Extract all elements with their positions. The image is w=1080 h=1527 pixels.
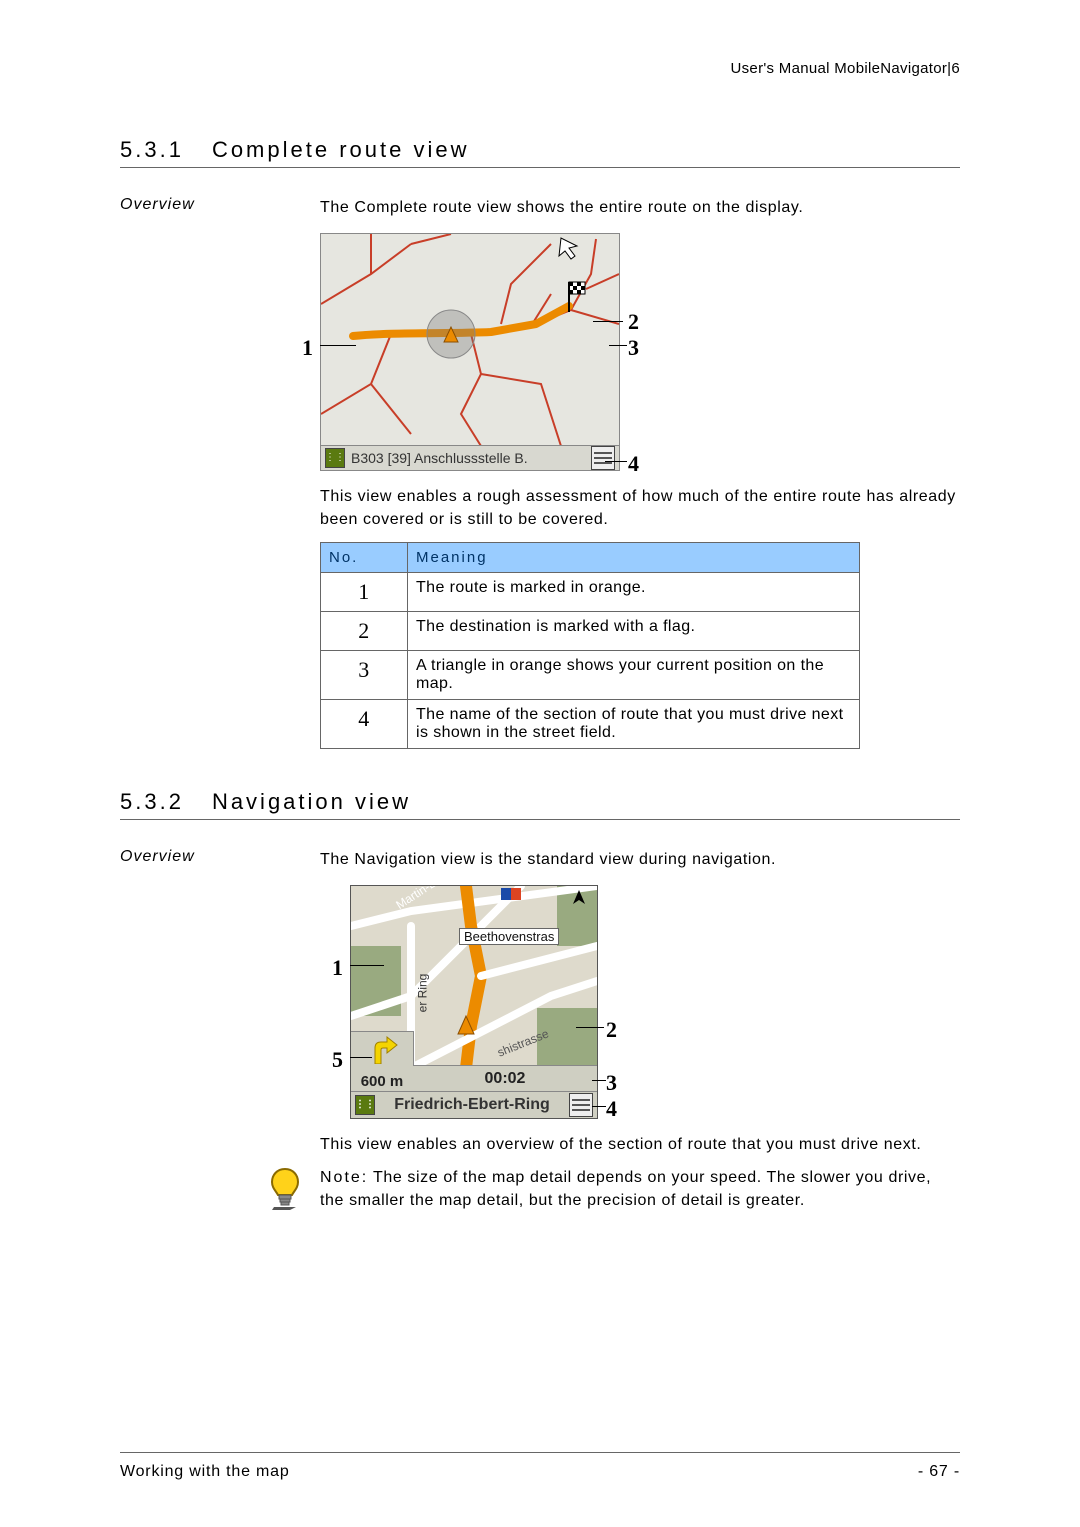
footer-left: Working with the map	[120, 1463, 290, 1481]
page-header-right: User's Manual MobileNavigator|6	[120, 60, 960, 77]
overview-sidelabel: Overview	[120, 196, 310, 219]
turn-distance: 600 m	[361, 1073, 404, 1090]
street-field-text: B303 [39] Anschlussstelle B.	[351, 450, 585, 466]
table-cell-no: 4	[321, 699, 408, 748]
note-text: Note: The size of the map detail depends…	[320, 1166, 960, 1212]
page-footer: Working with the map - 67 -	[120, 1452, 960, 1481]
table-cell-no: 1	[321, 572, 408, 611]
callout-line	[605, 461, 627, 462]
callout-1: 1	[302, 335, 313, 361]
table-cell-no: 3	[321, 650, 408, 699]
table-row: 3 A triangle in orange shows your curren…	[321, 650, 860, 699]
footer-right: - 67 -	[918, 1463, 960, 1481]
table-cell-no: 2	[321, 611, 408, 650]
section-number: 5.3.1	[120, 137, 184, 163]
note-label: Note:	[320, 1169, 368, 1186]
street-bar: ⋮⋮ Friedrich-Ebert-Ring	[351, 1091, 597, 1118]
map-roads	[321, 234, 619, 446]
section1-after-fig-text: This view enables a rough assessment of …	[320, 485, 960, 531]
callout-line	[593, 321, 623, 322]
callout-4: 4	[628, 451, 639, 477]
table-cell-meaning: A triangle in orange shows your current …	[408, 650, 860, 699]
callout-line	[592, 1080, 606, 1081]
section-number: 5.3.2	[120, 789, 184, 815]
table-header-meaning: Meaning	[408, 542, 860, 572]
map-screenshot: ⋮⋮ B303 [39] Anschlussstelle B.	[320, 233, 620, 471]
table-cell-meaning: The name of the section of route that yo…	[408, 699, 860, 748]
section2-intro-text: The Navigation view is the standard view…	[320, 848, 960, 871]
callout-3: 3	[628, 335, 639, 361]
figure-complete-route-view: ⋮⋮ B303 [39] Anschlussstelle B. 1 2 3 4	[320, 233, 960, 471]
table-header-no: No.	[321, 542, 408, 572]
callout-line	[592, 1106, 606, 1107]
callout-2: 2	[606, 1017, 617, 1043]
callout-line	[576, 1027, 604, 1028]
menu-grid-icon: ⋮⋮	[325, 448, 345, 468]
menu-grid-icon: ⋮⋮	[355, 1095, 375, 1115]
street-label-ring: er Ring	[415, 973, 429, 1012]
section-heading-complete-route: 5.3.1 Complete route view	[120, 137, 960, 168]
section1-intro-text: The Complete route view shows the entire…	[320, 196, 960, 219]
table-row: 4 The name of the section of route that …	[321, 699, 860, 748]
callout-3: 3	[606, 1070, 617, 1096]
section-heading-navigation-view: 5.3.2 Navigation view	[120, 789, 960, 820]
table-cell-meaning: The route is marked in orange.	[408, 572, 860, 611]
overview-sidelabel: Overview	[120, 848, 310, 871]
section2-after-fig-text: This view enables an overview of the sec…	[320, 1133, 960, 1156]
callout-5: 5	[332, 1047, 343, 1073]
table-cell-meaning: The destination is marked with a flag.	[408, 611, 860, 650]
section-title: Complete route view	[212, 137, 470, 163]
list-icon	[569, 1093, 593, 1117]
section-title: Navigation view	[212, 789, 411, 815]
table-header-row: No. Meaning	[321, 542, 860, 572]
callout-1: 1	[332, 955, 343, 981]
callout-line	[320, 345, 356, 346]
note-body: The size of the map detail depends on yo…	[320, 1169, 931, 1209]
street-label-beethoven: Beethovenstras	[459, 928, 559, 945]
table-row: 2 The destination is marked with a flag.	[321, 611, 860, 650]
figure-navigation-view: Beethovenstras Martin-Luther-Strasse er …	[350, 885, 960, 1119]
note-row: Note: The size of the map detail depends…	[120, 1166, 960, 1212]
time-bar: 00:02	[413, 1065, 597, 1092]
street-bar-text: Friedrich-Ebert-Ring	[379, 1096, 565, 1114]
callout-line	[609, 345, 627, 346]
list-icon	[591, 446, 615, 470]
nav-screenshot: Beethovenstras Martin-Luther-Strasse er …	[350, 885, 598, 1119]
turn-panel: 600 m	[351, 1031, 414, 1092]
callout-2: 2	[628, 309, 639, 335]
callout-line	[350, 1057, 372, 1058]
tip-lightbulb-icon	[268, 1167, 302, 1211]
street-field: ⋮⋮ B303 [39] Anschlussstelle B.	[321, 445, 619, 470]
table-row: 1 The route is marked in orange.	[321, 572, 860, 611]
turn-right-icon	[365, 1034, 399, 1064]
meaning-table: No. Meaning 1 The route is marked in ora…	[320, 542, 860, 749]
callout-4: 4	[606, 1096, 617, 1122]
callout-line	[350, 965, 384, 966]
